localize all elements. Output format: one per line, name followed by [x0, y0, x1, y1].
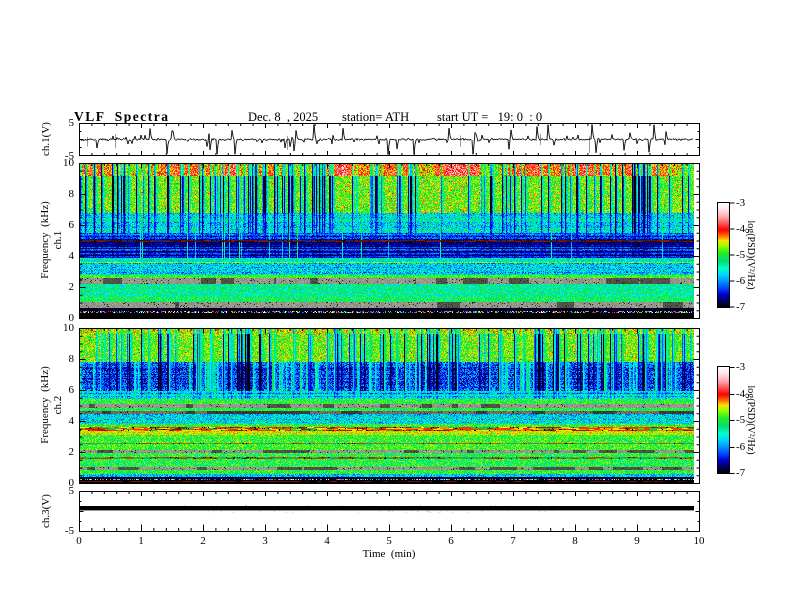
colorbar2-tick-label: -3: [736, 361, 746, 373]
spec2-y-tick-label: 4: [68, 415, 75, 427]
colorbar1-tick-label: -6: [736, 275, 746, 287]
colorbar1-tick-label: -7: [736, 301, 746, 313]
spec1-y-tick-label: 2: [68, 281, 75, 293]
x-tick-label: 5: [386, 535, 392, 547]
spec1-y-tick-label: 4: [68, 250, 75, 262]
spec1-y-tick-label: 6: [68, 219, 75, 231]
x-tick-label: 6: [448, 535, 454, 547]
spec2-y-tick-label: 6: [68, 384, 75, 396]
colorbar2-tick-label: -6: [736, 441, 746, 453]
wave1-y-tick-label: 5: [68, 117, 75, 129]
spec1-y-tick-label: 8: [68, 188, 75, 200]
colorbar1-tick-label: -5: [736, 249, 746, 261]
wave1-y-tick-label: -5: [64, 150, 74, 162]
x-tick-label: 8: [572, 535, 578, 547]
x-tick-label: 3: [262, 535, 268, 547]
ch1-frequency-axis-label: Frequency (kHz): [39, 201, 51, 279]
colorbar1-tick-label: -3: [736, 197, 746, 209]
spec2-y-tick-label: 2: [68, 446, 75, 458]
colorbar1-tick-label: -4: [736, 223, 746, 235]
wave3-y-tick-label: 5: [68, 485, 75, 497]
plot-title: VLF Spectra: [74, 109, 170, 124]
time-axis-label: Time (min): [362, 548, 416, 560]
vlf-spectra-plot: VLF Spectra Dec. 8 , 2025 station= ATH s…: [0, 0, 792, 612]
ch3-voltage-axis-label: ch.3(V): [40, 494, 52, 528]
axes-frame-canvas: [0, 0, 792, 612]
x-tick-label: 0: [76, 535, 82, 547]
x-tick-label: 1: [138, 535, 144, 547]
colorbar2-tick-label: -5: [736, 414, 746, 426]
x-tick-label: 2: [200, 535, 206, 547]
x-tick-label: 4: [324, 535, 330, 547]
spec2-y-tick-label: 8: [68, 353, 75, 365]
x-tick-label: 10: [693, 535, 705, 547]
ch2-frequency-axis-label: Frequency (kHz): [39, 366, 51, 444]
colorbar2-tick-label: -7: [736, 467, 746, 479]
spec2-y-tick-label: 10: [63, 322, 74, 334]
x-tick-label: 7: [510, 535, 516, 547]
x-tick-label: 9: [634, 535, 640, 547]
date-label: Dec. 8 , 2025: [248, 110, 319, 124]
colorbar2-tick-label: -4: [736, 388, 746, 400]
start-ut-label: start UT = 19: 0 : 0: [437, 110, 543, 124]
station-label: station= ATH: [342, 110, 410, 124]
ch1-voltage-axis-label: ch.1(V): [40, 122, 52, 156]
